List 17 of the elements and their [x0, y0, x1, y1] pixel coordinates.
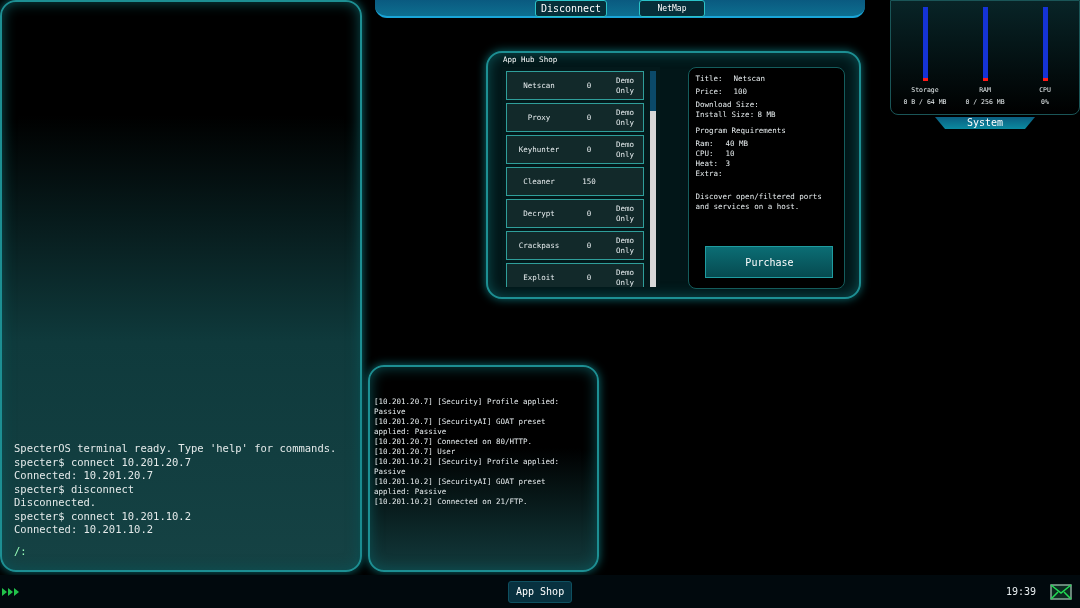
netmap-button[interactable]: NetMap [639, 0, 705, 17]
terminal-line: specter$ disconnect [14, 482, 136, 496]
terminal-line: Disconnected. [14, 496, 98, 510]
terminal-line: SpecterOS terminal ready. Type 'help' for commands. [14, 442, 338, 456]
triple-arrow-icon[interactable] [2, 587, 20, 596]
disconnect-button[interactable]: Disconnect [535, 0, 607, 17]
terminal-line: Connected: 10.201.10.2 [14, 523, 155, 537]
purchase-button[interactable]: Purchase [705, 246, 834, 278]
system-tab[interactable]: System [935, 117, 1035, 129]
mail-icon[interactable] [1050, 583, 1072, 600]
scrollbar[interactable] [650, 71, 657, 287]
clock: 19:39 [1005, 586, 1036, 597]
terminal-line: specter$ connect 10.201.10.2 [14, 509, 192, 523]
terminal-line: Connected: 10.201.20.7 [14, 469, 155, 483]
terminal-prompt[interactable]: /: [14, 544, 348, 558]
taskbar-app-button[interactable]: App Shop [508, 580, 573, 603]
terminal-line: specter$ connect 10.201.20.7 [14, 455, 192, 469]
